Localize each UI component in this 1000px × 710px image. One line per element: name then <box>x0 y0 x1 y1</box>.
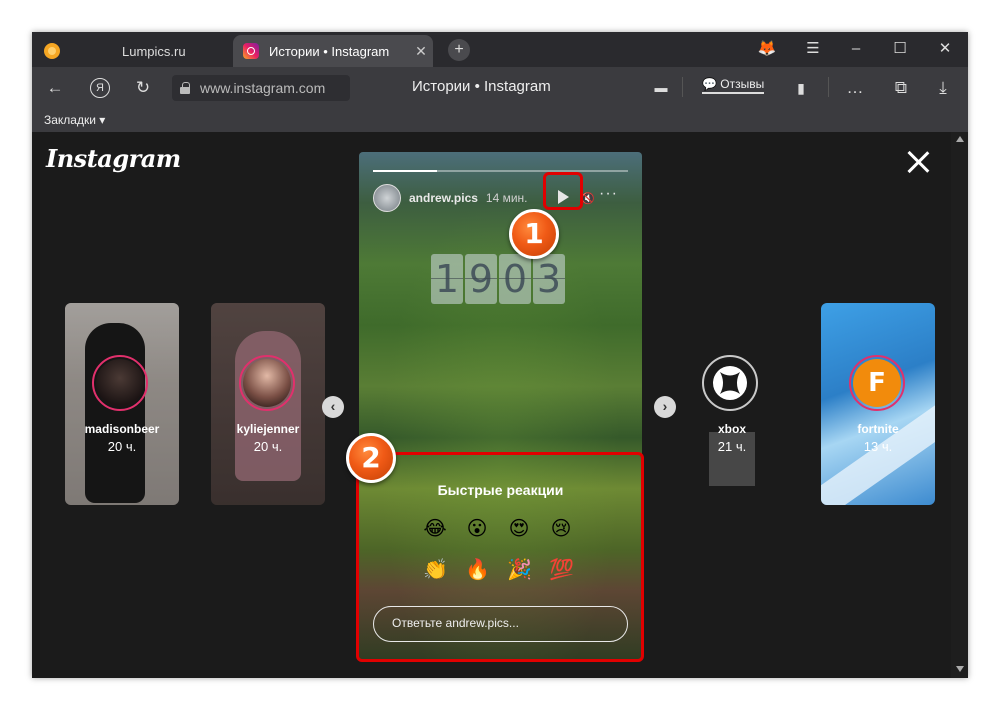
more-options-icon[interactable]: … <box>844 77 866 99</box>
more-options-icon[interactable]: ··· <box>599 185 618 203</box>
profile-avatar-icon[interactable]: 🦊 <box>754 38 780 60</box>
story-username[interactable]: andrew.pics <box>409 191 478 205</box>
yandex-icon[interactable]: Я <box>90 78 110 98</box>
page-scrollbar[interactable] <box>951 132 968 678</box>
story-username: fortnite <box>857 422 899 436</box>
xbox-logo-icon <box>713 366 747 400</box>
instagram-stories-viewer: Instagram F madisonbeer 20 ч. kyliejenne… <box>32 132 968 678</box>
avatar[interactable]: F <box>849 355 905 411</box>
address-bar: ← Я ↻ www.instagram.com Истории • Instag… <box>32 67 968 107</box>
highlight-play-button <box>543 172 583 210</box>
tab-instagram-stories[interactable]: Истории • Instagram ✕ <box>233 35 433 67</box>
url-text: www.instagram.com <box>200 80 326 96</box>
instagram-favicon-icon <box>243 43 259 59</box>
tab-lumpics[interactable]: Lumpics.ru <box>40 35 232 67</box>
story-time: 14 мин. <box>485 191 528 205</box>
highlight-quick-reactions <box>356 452 644 662</box>
bookmark-icon[interactable]: ▮ <box>790 77 812 99</box>
new-tab-plus-icon[interactable]: + <box>448 39 470 61</box>
step-badge-1: 1 <box>509 209 559 259</box>
toolbar-divider <box>682 77 683 97</box>
instagram-logo[interactable]: Instagram <box>46 144 181 173</box>
close-stories-icon[interactable] <box>906 150 930 174</box>
window-close-icon[interactable]: ✕ <box>932 38 958 60</box>
extensions-icon[interactable]: ⧉ <box>890 77 912 99</box>
story-progress-bar <box>373 170 628 172</box>
story-time: 20 ч. <box>253 439 283 454</box>
tab-label: Lumpics.ru <box>122 43 186 59</box>
menu-hamburger-icon[interactable]: ☰ <box>800 38 826 60</box>
feedback-label: Отзывы <box>720 77 765 91</box>
story-header: andrew.pics 14 мин. <box>373 183 528 213</box>
maximize-icon[interactable]: ☐ <box>887 38 913 60</box>
tab-label: Истории • Instagram <box>269 43 390 59</box>
clock-digit: 0 <box>499 254 531 304</box>
reload-icon[interactable]: ↻ <box>132 77 154 99</box>
bookmarks-menu[interactable]: Закладки ▾ <box>44 113 105 127</box>
clock-digit: 1 <box>431 254 463 304</box>
download-icon[interactable]: ⤓ <box>932 77 954 99</box>
scroll-down-icon[interactable] <box>956 666 964 672</box>
bookmarks-bar: Закладки ▾ <box>32 107 968 132</box>
scroll-up-icon[interactable] <box>956 136 964 142</box>
story-username: kyliejenner <box>236 422 300 436</box>
lock-icon <box>180 82 190 94</box>
chat-bubble-icon[interactable]: ▬ <box>650 77 672 99</box>
flip-clock-sticker: 1 9 0 3 <box>431 254 565 304</box>
back-arrow-icon[interactable]: ← <box>44 77 66 99</box>
avatar[interactable] <box>373 184 401 212</box>
story-time: 13 ч. <box>863 439 893 454</box>
feedback-button[interactable]: 💬 Отзывы <box>702 77 765 94</box>
step-badge-2: 2 <box>346 433 396 483</box>
story-time: 20 ч. <box>107 439 137 454</box>
tab-bar: Lumpics.ru Истории • Instagram ✕ + 🦊 ☰ –… <box>32 32 968 67</box>
minimize-icon[interactable]: – <box>843 38 869 60</box>
story-username: madisonbeer <box>84 422 160 436</box>
next-story-chevron-icon[interactable]: › <box>654 396 676 418</box>
tab-close-icon[interactable]: ✕ <box>409 43 433 60</box>
avatar[interactable] <box>702 355 758 411</box>
avatar[interactable] <box>92 355 148 411</box>
clock-digit: 9 <box>465 254 497 304</box>
avatar[interactable] <box>239 355 295 411</box>
url-field[interactable]: www.instagram.com <box>172 75 350 101</box>
mute-icon[interactable]: 🔇 <box>581 192 595 205</box>
story-username: xbox <box>717 422 746 436</box>
prev-story-chevron-icon[interactable]: ‹ <box>322 396 344 418</box>
clock-digit: 3 <box>533 254 565 304</box>
toolbar-divider <box>828 77 829 97</box>
story-time: 21 ч. <box>717 439 747 454</box>
lumpics-favicon-icon <box>44 43 60 59</box>
browser-window: Lumpics.ru Истории • Instagram ✕ + 🦊 ☰ –… <box>32 32 968 678</box>
page-title: Истории • Instagram <box>412 78 551 95</box>
